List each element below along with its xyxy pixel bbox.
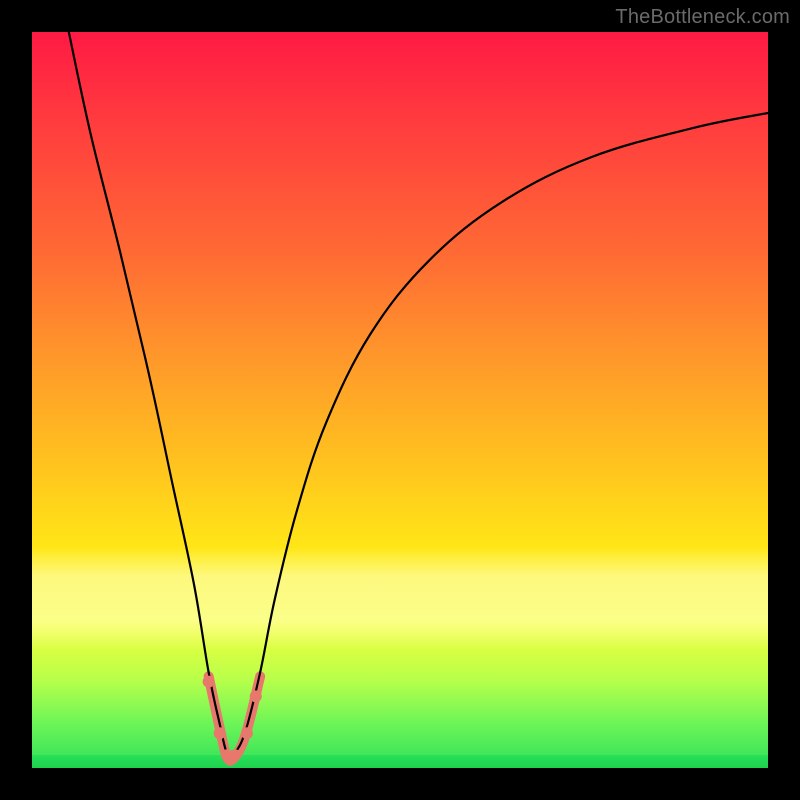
trough-dot	[241, 727, 253, 739]
bottleneck-curve	[69, 32, 768, 757]
plot-area	[32, 32, 768, 768]
chart-frame: TheBottleneck.com	[0, 0, 800, 800]
trough-dot	[214, 727, 226, 739]
trough-dot	[203, 676, 215, 688]
trough-dot	[250, 690, 262, 702]
curve-layer	[32, 32, 768, 768]
trough-dot	[229, 749, 241, 761]
trough-highlight	[209, 676, 261, 760]
watermark-text: TheBottleneck.com	[615, 6, 790, 29]
